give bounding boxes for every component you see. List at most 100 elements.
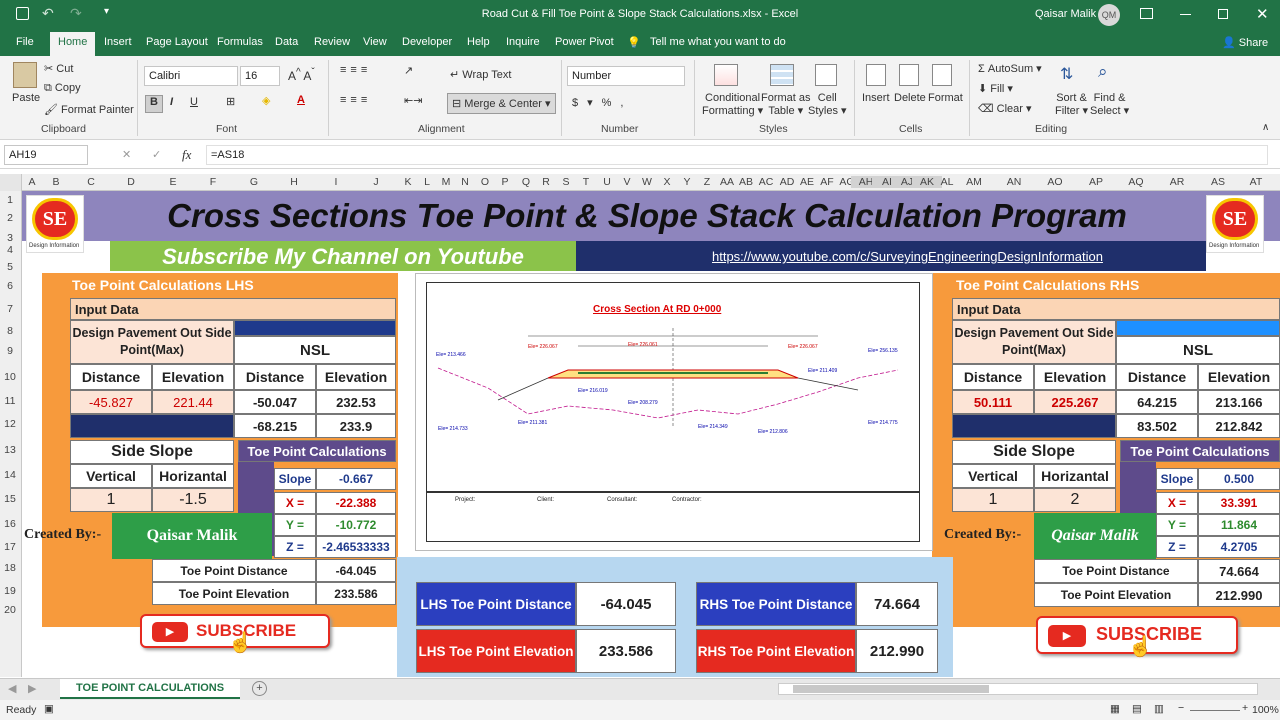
bold-button[interactable]: B: [145, 95, 163, 113]
column-header[interactable]: AO: [1040, 176, 1070, 188]
font-grow-icon[interactable]: A^ Aˇ: [288, 67, 315, 83]
underline-button[interactable]: U: [190, 96, 198, 108]
name-box[interactable]: AH19: [4, 145, 88, 165]
row-header[interactable]: 16: [0, 518, 20, 530]
prev-sheet-icon[interactable]: ◀: [8, 682, 16, 695]
delete-cells-button[interactable]: Delete: [894, 92, 926, 104]
fill-color-icon[interactable]: ◈: [262, 94, 270, 107]
sheet-tab-active[interactable]: TOE POINT CALCULATIONS: [60, 679, 241, 699]
tab-insert[interactable]: Insert: [104, 36, 132, 48]
column-header[interactable]: B: [41, 176, 71, 188]
magnifier-icon[interactable]: ⌕: [1098, 62, 1108, 82]
tab-home[interactable]: Home: [50, 32, 96, 56]
cancel-icon[interactable]: ✕: [122, 148, 131, 161]
cell-styles-icon[interactable]: [815, 64, 837, 86]
enter-icon[interactable]: ✓: [152, 148, 161, 161]
copy-button[interactable]: ⧉ Copy: [44, 82, 81, 95]
column-header[interactable]: E: [158, 176, 188, 188]
format-cells-button[interactable]: Format: [928, 92, 963, 104]
rhs-h-value[interactable]: 2: [1034, 488, 1116, 512]
lhs-nsl-elev-1[interactable]: 232.53: [316, 390, 396, 414]
row-header[interactable]: 3: [0, 232, 20, 244]
rhs-design-elev[interactable]: 225.267: [1034, 390, 1116, 414]
column-header[interactable]: I: [321, 176, 351, 188]
tab-help[interactable]: Help: [467, 36, 490, 48]
row-header[interactable]: 7: [0, 303, 20, 315]
column-header[interactable]: AR: [1162, 176, 1192, 188]
row-header[interactable]: 19: [0, 585, 20, 597]
indent-icons[interactable]: ⇤⇥: [404, 94, 422, 107]
page-break-view-icon[interactable]: ▥: [1154, 703, 1164, 715]
tell-me-search[interactable]: Tell me what you want to do: [650, 36, 786, 48]
clear-button[interactable]: ⌫ Clear ▾: [978, 102, 1032, 115]
insert-function-icon[interactable]: fx: [182, 147, 191, 163]
avatar[interactable]: QM: [1098, 4, 1120, 26]
page-layout-view-icon[interactable]: ▤: [1132, 703, 1142, 715]
tab-file[interactable]: File: [16, 36, 34, 48]
row-header[interactable]: 12: [0, 418, 20, 430]
rhs-nsl-elev-2[interactable]: 212.842: [1198, 414, 1280, 438]
row-header[interactable]: 5: [0, 261, 20, 273]
column-header[interactable]: J: [361, 176, 391, 188]
font-size-select[interactable]: 16: [240, 66, 280, 86]
column-header[interactable]: AQ: [1121, 176, 1151, 188]
find-select-button[interactable]: Find & Select ▾: [1090, 92, 1129, 118]
lhs-h-value[interactable]: -1.5: [152, 488, 234, 512]
conditional-formatting-icon[interactable]: [714, 64, 738, 86]
next-sheet-icon[interactable]: ▶: [28, 682, 36, 695]
horizontal-scrollbar[interactable]: [778, 683, 1258, 695]
paste-icon[interactable]: [13, 62, 37, 88]
row-header[interactable]: 8: [0, 325, 20, 337]
rhs-nsl-elev-1[interactable]: 213.166: [1198, 390, 1280, 414]
tab-view[interactable]: View: [363, 36, 387, 48]
minimize-icon[interactable]: [1180, 14, 1191, 15]
macro-record-icon[interactable]: ▣: [44, 703, 54, 715]
insert-cells-icon[interactable]: [866, 64, 886, 86]
column-header[interactable]: AL: [932, 176, 962, 188]
wrap-text-button[interactable]: ↵ Wrap Text: [450, 68, 511, 81]
format-as-table-button[interactable]: Format as Table ▾: [761, 92, 811, 118]
merge-center-button[interactable]: ⊟ Merge & Center ▾: [447, 93, 556, 114]
row-header[interactable]: 18: [0, 562, 20, 574]
cut-button[interactable]: ✂ Cut: [44, 62, 73, 75]
zoom-level[interactable]: 100%: [1252, 704, 1279, 716]
subscribe-button[interactable]: ▶ SUBSCRIBE ☝: [1036, 616, 1238, 658]
lhs-v-value[interactable]: 1: [70, 488, 152, 512]
formula-input[interactable]: =AS18: [206, 145, 1268, 165]
column-header[interactable]: G: [239, 176, 269, 188]
tab-power-pivot[interactable]: Power Pivot: [555, 36, 614, 48]
normal-view-icon[interactable]: ▦: [1110, 703, 1120, 715]
column-header[interactable]: AN: [999, 176, 1029, 188]
row-header[interactable]: 14: [0, 469, 20, 481]
row-header[interactable]: 13: [0, 444, 20, 456]
lhs-nsl-elev-2[interactable]: 233.9: [316, 414, 396, 438]
horizontal-align-icons[interactable]: ≡≡≡: [340, 94, 371, 106]
collapse-ribbon-icon[interactable]: ∧: [1262, 122, 1269, 133]
zoom-out-icon[interactable]: −: [1178, 702, 1184, 714]
tab-page-layout[interactable]: Page Layout: [146, 36, 208, 48]
format-cells-icon[interactable]: [932, 64, 952, 86]
column-header[interactable]: D: [116, 176, 146, 188]
rhs-nsl-dist-1[interactable]: 64.215: [1116, 390, 1198, 414]
lhs-nsl-dist-2[interactable]: -68.215: [234, 414, 316, 438]
tab-data[interactable]: Data: [275, 36, 298, 48]
row-header[interactable]: 1: [0, 194, 20, 206]
number-format-select[interactable]: Number: [567, 66, 685, 86]
lhs-nsl-dist-1[interactable]: -50.047: [234, 390, 316, 414]
column-header[interactable]: F: [198, 176, 228, 188]
maximize-icon[interactable]: [1218, 9, 1228, 19]
number-format-icons[interactable]: $▾%,: [572, 96, 632, 109]
italic-button[interactable]: I: [170, 96, 173, 108]
close-icon[interactable]: ✕: [1256, 5, 1269, 23]
row-header[interactable]: 11: [0, 395, 20, 407]
format-painter-button[interactable]: 🖌 Format Painter: [44, 103, 134, 116]
column-header[interactable]: AM: [959, 176, 989, 188]
rhs-nsl-dist-2[interactable]: 83.502: [1116, 414, 1198, 438]
zoom-slider[interactable]: [1190, 710, 1240, 711]
paste-button[interactable]: Paste: [12, 92, 40, 104]
row-header[interactable]: 10: [0, 371, 20, 383]
row-header[interactable]: 4: [0, 244, 20, 256]
row-header[interactable]: 9: [0, 345, 20, 357]
row-header[interactable]: 6: [0, 280, 20, 292]
borders-icon[interactable]: ⊞: [226, 95, 235, 108]
